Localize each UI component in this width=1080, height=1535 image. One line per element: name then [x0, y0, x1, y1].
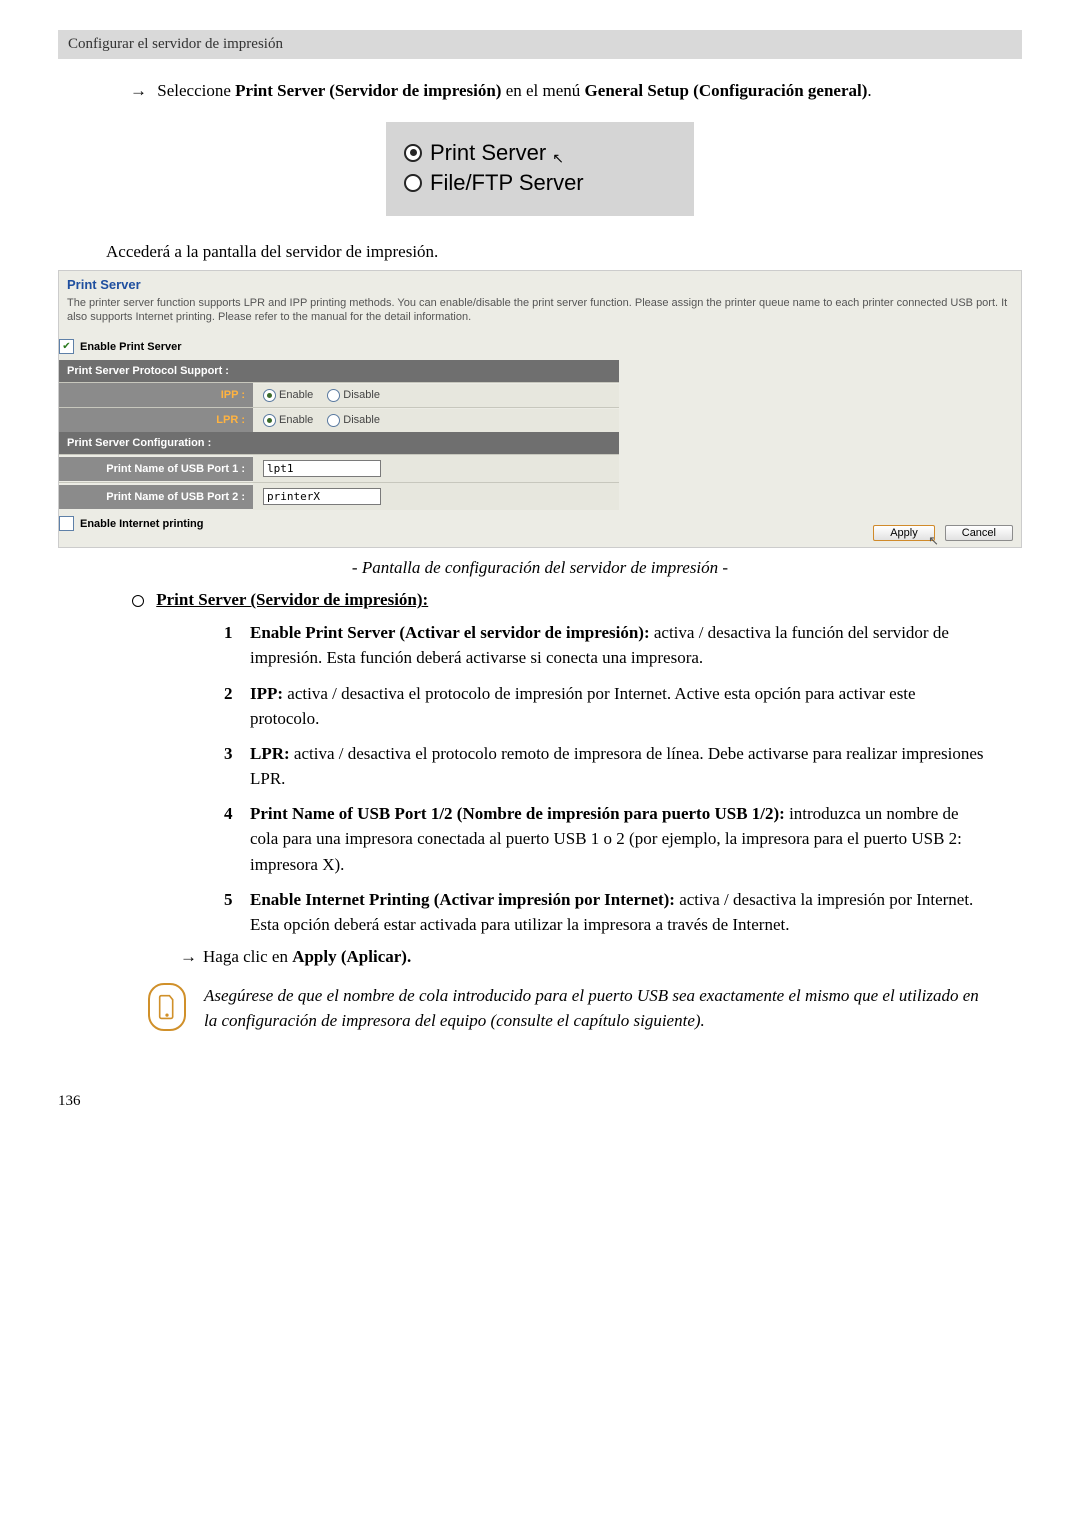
radio-icon — [327, 414, 340, 427]
lpr-enable-radio[interactable]: Enable — [263, 414, 313, 427]
cancel-button[interactable]: Cancel — [945, 525, 1013, 541]
lpr-row: LPR : Enable Disable — [59, 407, 619, 432]
list-item: 2IPP: activa / desactiva el protocolo de… — [224, 681, 984, 731]
opt-label: Enable — [279, 414, 313, 426]
radio-label: Print Server ↖ — [430, 140, 564, 166]
list-item: 5Enable Internet Printing (Activar impre… — [224, 887, 984, 937]
ipp-disable-radio[interactable]: Disable — [327, 389, 380, 402]
radio-print-server[interactable]: Print Server ↖ — [404, 138, 676, 168]
section-header: Print Server (Servidor de impresión): — [132, 590, 1022, 610]
enable-internet-printing-row[interactable]: Enable Internet printing — [59, 510, 619, 537]
note-text: Asegúrese de que el nombre de cola intro… — [204, 983, 994, 1033]
list-item: 4Print Name of USB Port 1/2 (Nombre de i… — [224, 801, 984, 876]
arrow-right-icon: → — [180, 947, 197, 966]
opt-label: Disable — [343, 414, 380, 426]
usb2-input[interactable] — [263, 488, 381, 505]
hand-cursor-icon: ↖ — [552, 150, 564, 166]
radio-icon — [327, 389, 340, 402]
checkbox-label: Enable Internet printing — [80, 518, 203, 530]
list-item: 1Enable Print Server (Activar el servido… — [224, 620, 984, 670]
print-server-panel: Print Server The printer server function… — [58, 270, 1022, 549]
checkbox-label: Enable Print Server — [80, 341, 182, 353]
usb-port-1-row: Print Name of USB Port 1 : — [59, 454, 619, 482]
step-bold-1: Print Server (Servidor de impresión) — [235, 81, 501, 100]
arrow-cursor-icon: ↖ — [928, 533, 939, 549]
ipp-row: IPP : Enable Disable — [59, 382, 619, 407]
click-apply-step: →Haga clic en Apply (Aplicar). — [180, 947, 1022, 967]
list-item: 3LPR: activa / desactiva el protocolo re… — [224, 741, 984, 791]
enable-print-server-checkbox-row[interactable]: ✔ Enable Print Server — [59, 335, 619, 360]
radio-label: File/FTP Server — [430, 170, 584, 196]
figure-caption: - Pantalla de configuración del servidor… — [58, 558, 1022, 578]
checkbox-icon[interactable]: ✔ — [59, 339, 74, 354]
usb-port-2-row: Print Name of USB Port 2 : — [59, 482, 619, 510]
page-number: 136 — [58, 1093, 1022, 1110]
note-row: Asegúrese de que el nombre de cola intro… — [148, 983, 1022, 1033]
page-header-bar: Configurar el servidor de impresión — [58, 30, 1022, 59]
opt-label: Enable — [279, 389, 313, 401]
panel-title: Print Server — [59, 271, 1021, 296]
step-bold-2: General Setup (Configuración general) — [585, 81, 868, 100]
panel-description: The printer server function supports LPR… — [59, 296, 1021, 336]
usb1-label: Print Name of USB Port 1 : — [59, 457, 253, 481]
radio-file-ftp-server[interactable]: File/FTP Server — [404, 168, 676, 198]
radio-icon — [404, 174, 422, 192]
radio-icon — [404, 144, 422, 162]
step-text-3: . — [867, 81, 871, 100]
panel-body: ✔ Enable Print Server Print Server Proto… — [59, 335, 619, 547]
access-text: Accederá a la pantalla del servidor de i… — [106, 242, 1022, 262]
lpr-label: LPR : — [59, 408, 253, 432]
ipp-label: IPP : — [59, 383, 253, 407]
opt-label: Disable — [343, 389, 380, 401]
ipp-enable-radio[interactable]: Enable — [263, 389, 313, 402]
numbered-list: 1Enable Print Server (Activar el servido… — [224, 620, 984, 937]
step-text: Seleccione — [157, 81, 235, 100]
checkbox-icon[interactable] — [59, 516, 74, 531]
arrow-right-icon: → — [130, 81, 147, 100]
section-header-text: Print Server (Servidor de impresión): — [156, 590, 428, 609]
note-icon — [148, 983, 186, 1031]
configuration-header: Print Server Configuration : — [59, 432, 619, 454]
apply-button[interactable]: Apply — [873, 525, 935, 541]
usb2-label: Print Name of USB Port 2 : — [59, 485, 253, 509]
step-select-print-server: → Seleccione Print Server (Servidor de i… — [130, 79, 970, 104]
step-text-2: en el menú — [501, 81, 584, 100]
radio-menu-screenshot: Print Server ↖ File/FTP Server — [386, 122, 694, 216]
radio-icon — [263, 414, 276, 427]
lpr-disable-radio[interactable]: Disable — [327, 414, 380, 427]
protocol-support-header: Print Server Protocol Support : — [59, 360, 619, 382]
radio-icon — [263, 389, 276, 402]
circle-bullet-icon — [132, 595, 144, 607]
usb1-input[interactable] — [263, 460, 381, 477]
